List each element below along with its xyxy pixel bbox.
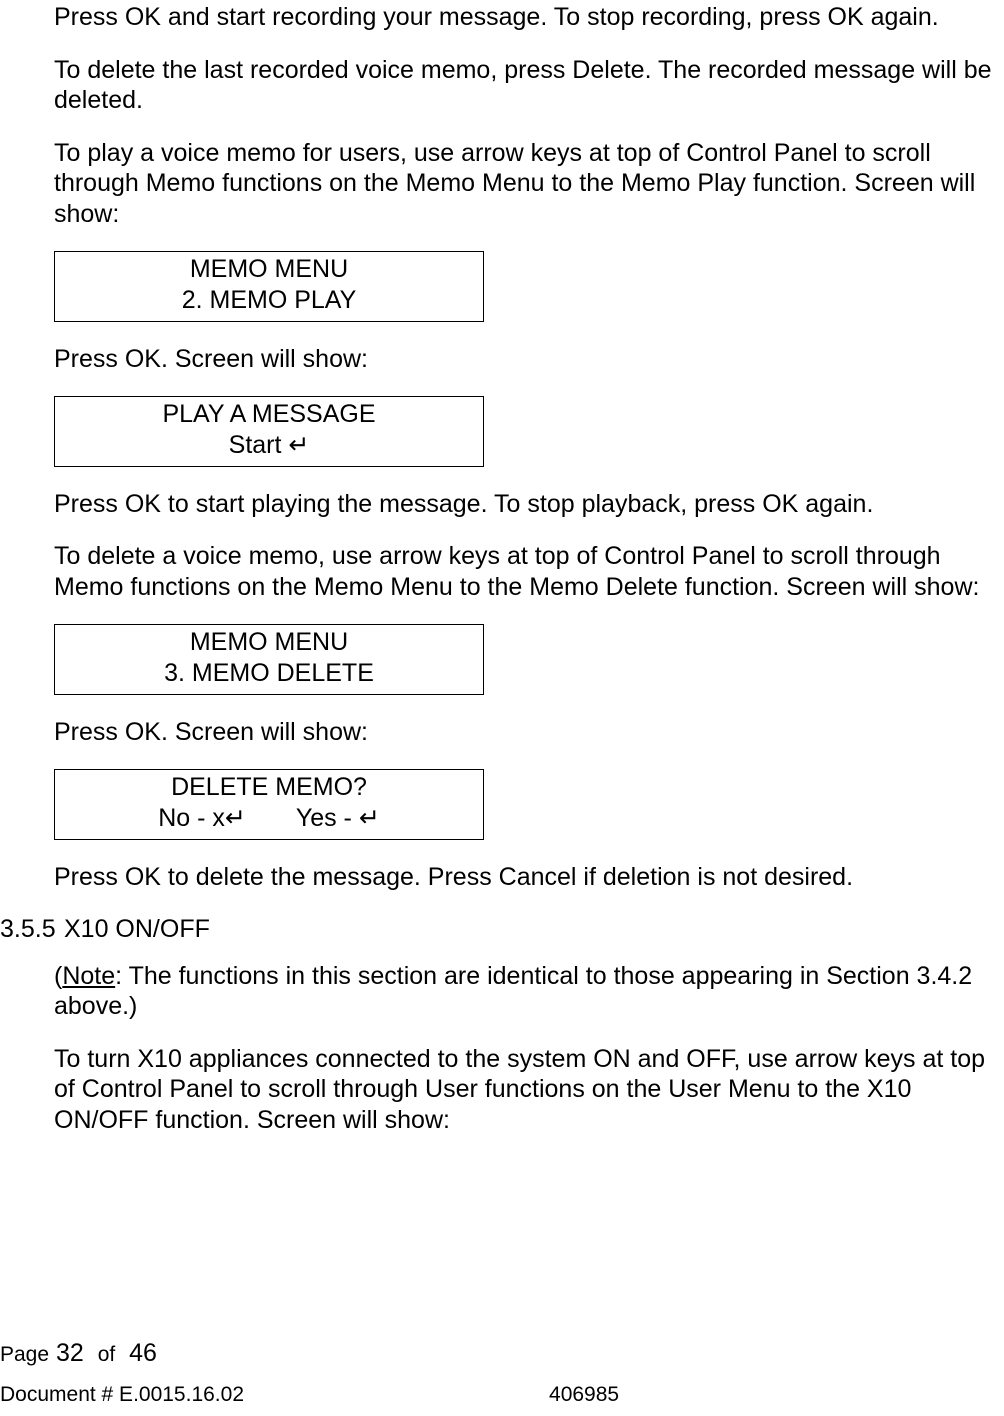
page-number: Page 32 of 46 — [0, 1338, 996, 1369]
lcd-line: Start ↵ — [55, 430, 483, 461]
paragraph: To delete the last recorded voice memo, … — [54, 55, 996, 116]
note-text: : The functions in this section are iden… — [54, 962, 972, 1021]
lcd-line: 3. MEMO DELETE — [55, 658, 483, 689]
page-current: 32 — [56, 1339, 84, 1367]
lcd-option-yes: Yes - ↵ — [296, 803, 380, 834]
paragraph: To delete a voice memo, use arrow keys a… — [54, 541, 996, 602]
section-heading: 3.5.5 X10 ON/OFF — [0, 914, 996, 945]
paragraph: Press OK. Screen will show: — [54, 344, 996, 375]
lcd-line: MEMO MENU — [55, 627, 483, 658]
lcd-line: 2. MEMO PLAY — [55, 285, 483, 316]
paragraph: To play a voice memo for users, use arro… — [54, 138, 996, 230]
page: Press OK and start recording your messag… — [0, 0, 1004, 1416]
lcd-line: PLAY A MESSAGE — [55, 399, 483, 430]
document-code: 406985 — [549, 1382, 619, 1408]
page-footer: Page 32 of 46 Document # E.0015.16.02 40… — [0, 1338, 1004, 1408]
body-area: Press OK and start recording your messag… — [0, 0, 1004, 1135]
lcd-line: DELETE MEMO? — [55, 772, 483, 803]
paragraph: To turn X10 appliances connected to the … — [54, 1044, 996, 1136]
paragraph: Press OK to delete the message. Press Ca… — [54, 862, 996, 893]
lcd-option-no: No - x↵ — [158, 803, 246, 834]
lcd-line: MEMO MENU — [55, 254, 483, 285]
lcd-screen-delete-confirm: DELETE MEMO? No - x↵ Yes - ↵ — [54, 769, 484, 840]
lcd-screen-memo-play: MEMO MENU 2. MEMO PLAY — [54, 251, 484, 322]
lcd-line: No - x↵ Yes - ↵ — [55, 803, 483, 834]
document-number: Document # E.0015.16.02 — [0, 1382, 244, 1408]
section-title: X10 ON/OFF — [64, 914, 996, 945]
paragraph: Press OK and start recording your messag… — [54, 2, 996, 33]
page-of: of — [98, 1343, 116, 1366]
lcd-screen-memo-delete: MEMO MENU 3. MEMO DELETE — [54, 624, 484, 695]
paragraph: Press OK to start playing the message. T… — [54, 489, 996, 520]
page-total: 46 — [129, 1339, 157, 1367]
lcd-screen-play-message: PLAY A MESSAGE Start ↵ — [54, 396, 484, 467]
paragraph: Press OK. Screen will show: — [54, 717, 996, 748]
note-label: Note — [62, 962, 115, 990]
section-number: 3.5.5 — [0, 914, 64, 945]
page-label: Page — [0, 1343, 49, 1366]
document-id-row: Document # E.0015.16.02 406985 — [0, 1382, 996, 1408]
paragraph-note: (Note: The functions in this section are… — [54, 961, 996, 1022]
